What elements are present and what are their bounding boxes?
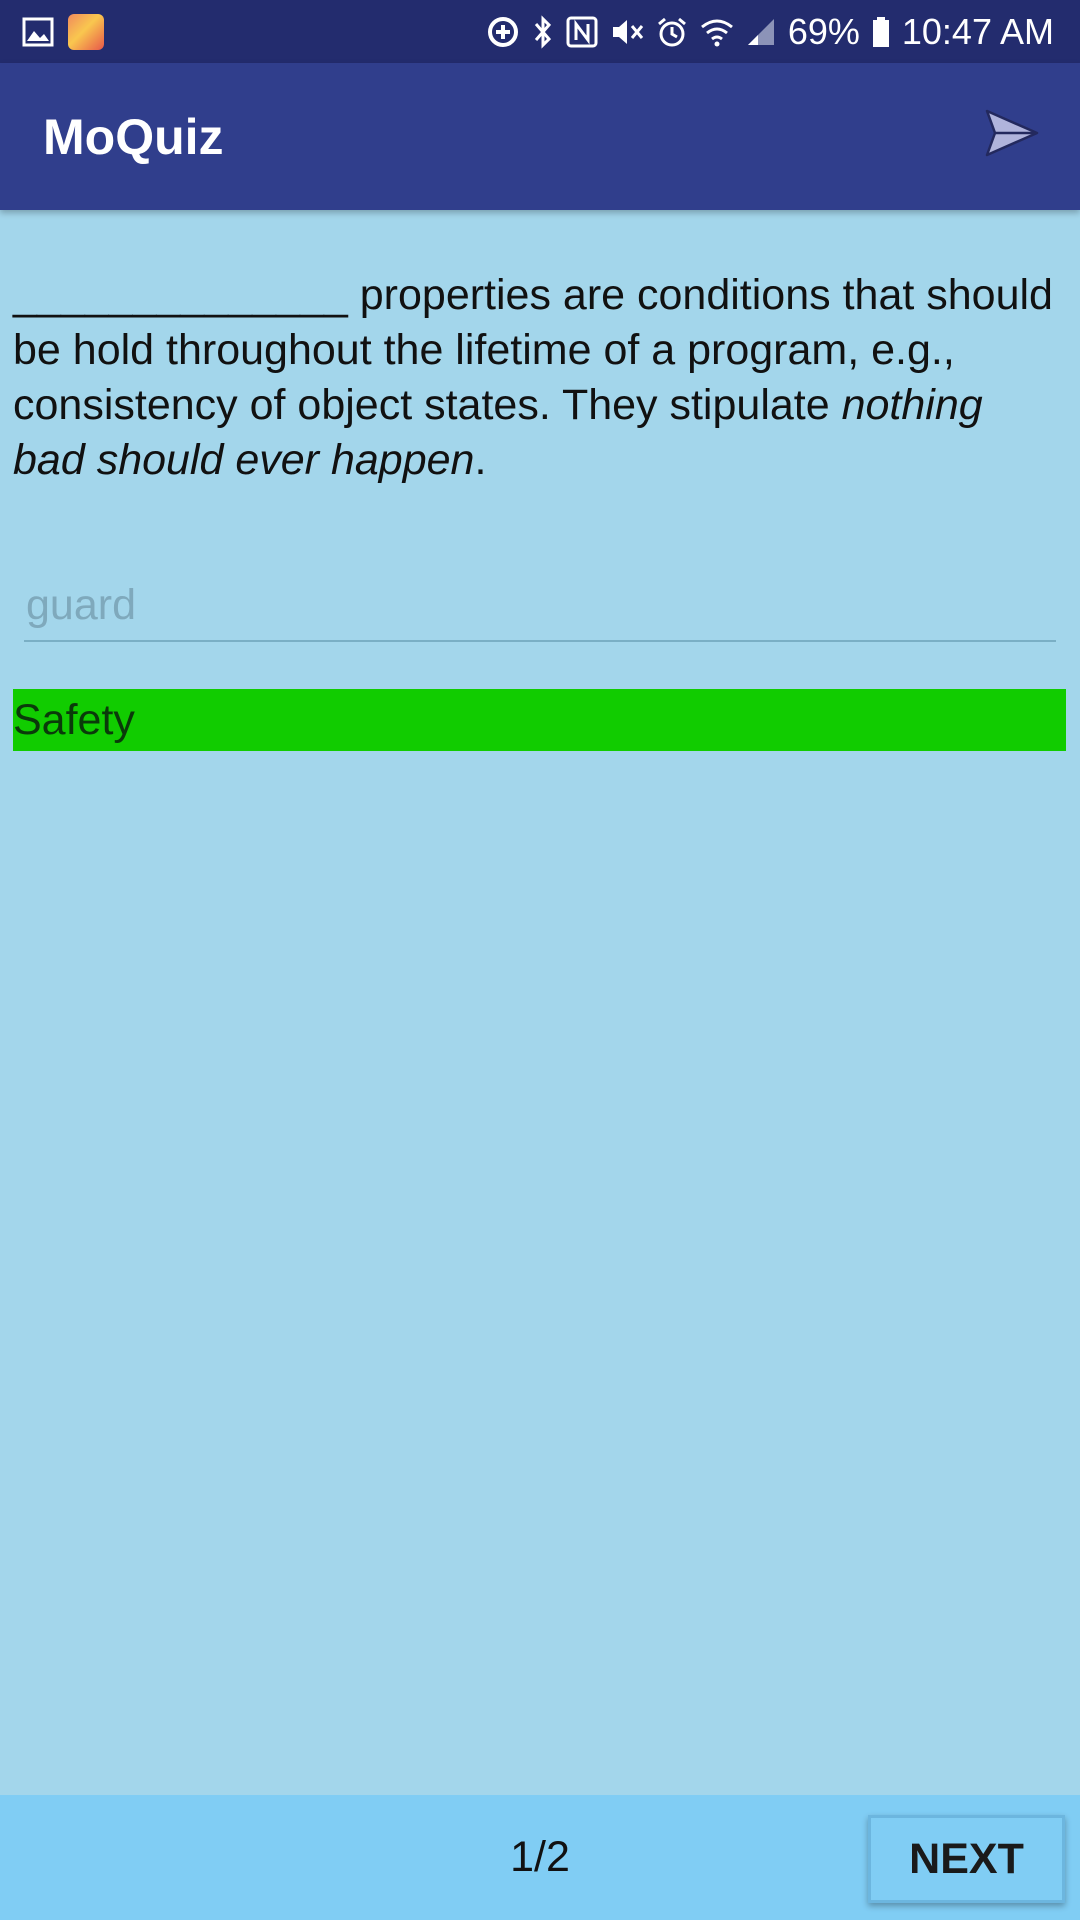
app-title: MoQuiz	[43, 108, 224, 165]
status-bar: 69% 10:47 AM	[0, 0, 1080, 63]
question-text: ______________ properties are conditions…	[13, 268, 1063, 488]
send-icon	[984, 108, 1040, 163]
alarm-icon	[656, 16, 688, 48]
mute-icon	[610, 16, 644, 48]
data-saver-icon	[486, 15, 520, 49]
status-right: 69% 10:47 AM	[486, 11, 1080, 53]
signal-icon	[746, 17, 776, 47]
question-end: .	[474, 436, 487, 484]
status-left	[0, 13, 104, 50]
question-blank: ______________	[13, 271, 348, 319]
correct-answer-text: Safety	[13, 695, 135, 744]
send-button[interactable]	[984, 107, 1040, 163]
app-bar: MoQuiz	[0, 63, 1080, 210]
correct-answer-banner: Safety	[13, 689, 1066, 751]
game-app-icon	[68, 13, 104, 50]
next-button[interactable]: NEXT	[868, 1815, 1065, 1903]
clock: 10:47 AM	[901, 10, 1054, 52]
battery-percent: 69%	[787, 10, 860, 52]
gallery-icon	[22, 17, 54, 47]
battery-icon	[872, 16, 890, 48]
wifi-icon	[700, 17, 734, 47]
bluetooth-icon	[532, 14, 554, 49]
bottom-bar: 1/2 NEXT	[0, 1795, 1080, 1920]
answer-input[interactable]	[24, 570, 1056, 642]
nfc-icon	[566, 16, 598, 48]
